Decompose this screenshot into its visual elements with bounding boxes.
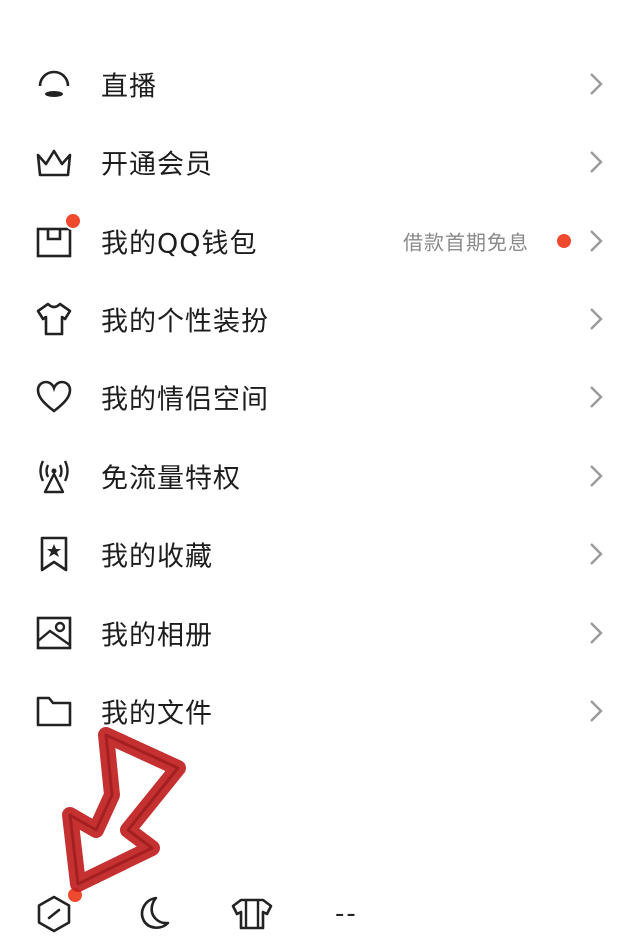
chevron-right-icon — [586, 698, 606, 724]
dash-icon: -- — [335, 899, 358, 929]
menu-item-label: 免流量特权 — [101, 463, 241, 495]
signal-tower-icon — [34, 456, 74, 496]
chevron-right-icon — [586, 149, 606, 175]
crown-icon — [34, 142, 74, 182]
menu-item-label: 开通会员 — [101, 149, 213, 181]
bottom-toolbar: -- — [0, 880, 640, 947]
menu-item-label: 直播 — [101, 71, 157, 103]
chevron-right-icon — [586, 71, 606, 97]
menu-item-couple-space[interactable]: 我的情侣空间 — [0, 358, 640, 436]
settings-badge-dot — [66, 886, 84, 904]
chevron-right-icon — [586, 228, 606, 254]
wallet-notice-dot — [557, 234, 571, 248]
menu-item-album[interactable]: 我的相册 — [0, 594, 640, 672]
menu-item-label: 我的QQ钱包 — [101, 228, 258, 260]
menu-item-wallet[interactable]: 我的QQ钱包 借款首期免息 — [0, 202, 640, 280]
menu-item-free-data[interactable]: 免流量特权 — [0, 437, 640, 515]
folder-icon — [34, 691, 74, 731]
heart-icon — [34, 377, 74, 417]
chevron-right-icon — [586, 463, 606, 489]
menu-item-label: 我的个性装扮 — [101, 306, 269, 338]
menu-item-label: 我的收藏 — [101, 541, 213, 573]
dress-up-button[interactable] — [230, 892, 274, 936]
menu-item-live[interactable]: 直播 — [0, 45, 640, 123]
menu-item-label: 我的文件 — [101, 698, 213, 730]
menu-item-vip[interactable]: 开通会员 — [0, 123, 640, 201]
menu-item-label: 我的相册 — [101, 620, 213, 652]
chevron-right-icon — [586, 384, 606, 410]
moon-icon — [130, 892, 174, 936]
menu-item-label: 我的情侣空间 — [101, 384, 269, 416]
photo-album-icon — [34, 613, 74, 653]
night-mode-button[interactable] — [130, 892, 174, 936]
wallet-badge-dot — [64, 212, 82, 230]
menu-item-favorites[interactable]: 我的收藏 — [0, 515, 640, 593]
chevron-right-icon — [586, 620, 606, 646]
bookmark-star-icon — [34, 534, 74, 574]
more-button[interactable]: -- — [335, 892, 379, 936]
chevron-right-icon — [586, 541, 606, 567]
dress-up-icon — [230, 892, 274, 936]
live-icon — [34, 64, 74, 104]
chevron-right-icon — [586, 306, 606, 332]
shirt-icon — [34, 299, 74, 339]
menu-item-dress-up[interactable]: 我的个性装扮 — [0, 280, 640, 358]
wallet-promo-text: 借款首期免息 — [403, 230, 529, 255]
menu-item-files[interactable]: 我的文件 — [0, 672, 640, 750]
